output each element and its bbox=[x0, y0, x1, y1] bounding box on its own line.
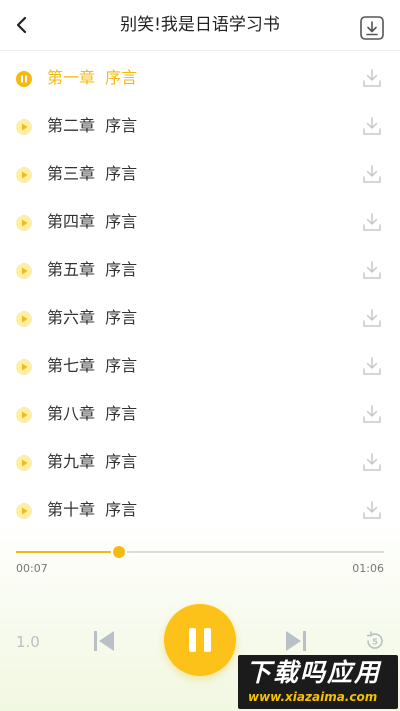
download-icon[interactable] bbox=[361, 307, 383, 329]
pause-icon bbox=[189, 628, 196, 652]
play-circle-icon[interactable] bbox=[16, 263, 32, 279]
download-icon[interactable] bbox=[361, 115, 383, 137]
pause-circle-icon[interactable] bbox=[16, 71, 32, 87]
chapter-item[interactable]: 第五章 序言 bbox=[0, 246, 400, 294]
download-icon[interactable] bbox=[361, 211, 383, 233]
download-icon[interactable] bbox=[361, 499, 383, 521]
download-icon[interactable] bbox=[361, 451, 383, 473]
chapter-title: 第五章 序言 bbox=[47, 260, 138, 279]
chapter-title: 第四章 序言 bbox=[47, 212, 138, 231]
chapter-item[interactable]: 第九章 序言 bbox=[0, 438, 400, 486]
play-circle-icon[interactable] bbox=[16, 167, 32, 183]
batch-download-button[interactable] bbox=[359, 15, 385, 41]
watermark-logo: 下载吗应用 www.xiazaima.com bbox=[238, 655, 398, 709]
current-time: 00:07 bbox=[16, 562, 48, 575]
chapter-title: 第六章 序言 bbox=[47, 308, 138, 327]
chapter-item[interactable]: 第一章 序言 bbox=[0, 54, 400, 102]
svg-text:5: 5 bbox=[372, 638, 378, 647]
play-circle-icon[interactable] bbox=[16, 503, 32, 519]
chapter-title: 第九章 序言 bbox=[47, 452, 138, 471]
speed-button[interactable]: 1.0 bbox=[16, 633, 40, 651]
chapter-item[interactable]: 第八章 序言 bbox=[0, 390, 400, 438]
download-icon[interactable] bbox=[361, 355, 383, 377]
chapter-item[interactable]: 第三章 序言 bbox=[0, 150, 400, 198]
page-title: 别笑!我是日语学习书 bbox=[120, 15, 280, 35]
chapter-item[interactable]: 第六章 序言 bbox=[0, 294, 400, 342]
chapter-title: 第八章 序言 bbox=[47, 404, 138, 423]
play-circle-icon[interactable] bbox=[16, 215, 32, 231]
play-circle-icon[interactable] bbox=[16, 455, 32, 471]
chapter-title: 第七章 序言 bbox=[47, 356, 138, 375]
download-icon[interactable] bbox=[361, 67, 383, 89]
total-time: 01:06 bbox=[352, 562, 384, 575]
chapter-item[interactable]: 第二章 序言 bbox=[0, 102, 400, 150]
chapter-list: 第一章 序言 第二章 序言 第三章 序言 第四章 序言 第五章 序言 第六章 序言 第七章 … bbox=[0, 54, 400, 534]
top-bar: 别笑!我是日语学习书 bbox=[0, 0, 400, 51]
progress-slider[interactable] bbox=[16, 546, 384, 558]
chapter-title: 第三章 序言 bbox=[47, 164, 138, 183]
chapter-title: 第十章 序言 bbox=[47, 500, 138, 519]
play-circle-icon[interactable] bbox=[16, 359, 32, 375]
watermark-title: 下载吗应用 bbox=[246, 658, 382, 687]
play-circle-icon[interactable] bbox=[16, 119, 32, 135]
progress-fill bbox=[16, 551, 120, 553]
download-icon[interactable] bbox=[361, 259, 383, 281]
chapter-title: 第一章 序言 bbox=[47, 68, 138, 87]
back-button[interactable] bbox=[8, 11, 36, 39]
download-icon[interactable] bbox=[361, 403, 383, 425]
pause-button[interactable] bbox=[164, 604, 236, 676]
progress-knob[interactable] bbox=[113, 546, 126, 558]
pause-icon-bar bbox=[204, 628, 211, 652]
play-circle-icon[interactable] bbox=[16, 407, 32, 423]
next-track-button[interactable] bbox=[284, 628, 308, 654]
chapter-item[interactable]: 第七章 序言 bbox=[0, 342, 400, 390]
previous-track-button[interactable] bbox=[92, 628, 116, 654]
download-icon[interactable] bbox=[361, 163, 383, 185]
sleep-timer-button[interactable]: 5 bbox=[364, 630, 386, 652]
chapter-title: 第二章 序言 bbox=[47, 116, 138, 135]
play-circle-icon[interactable] bbox=[16, 311, 32, 327]
chapter-item[interactable]: 第四章 序言 bbox=[0, 198, 400, 246]
watermark-url: www.xiazaima.com bbox=[248, 690, 378, 704]
